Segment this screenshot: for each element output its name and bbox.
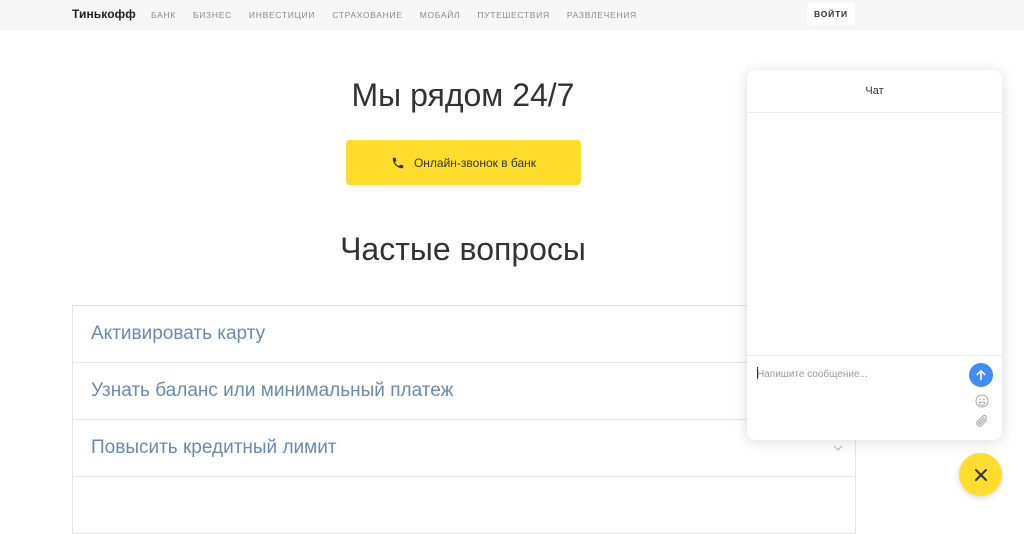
send-button[interactable] xyxy=(969,363,993,387)
paperclip-icon[interactable] xyxy=(975,414,989,428)
chat-header: Чат xyxy=(747,70,1002,113)
faq-question: Активировать карту xyxy=(91,323,266,344)
nav-item-insurance[interactable]: СТРАХОВАНИЕ xyxy=(332,10,403,20)
phone-icon xyxy=(392,157,404,168)
faq-item[interactable]: Повысить кредитный лимит xyxy=(73,420,855,477)
top-navigation-bar: Тинькофф БАНК БИЗНЕС ИНВЕСТИЦИИ СТРАХОВА… xyxy=(0,0,1024,30)
login-button[interactable]: ВОЙТИ xyxy=(807,3,855,25)
nav-item-business[interactable]: БИЗНЕС xyxy=(193,10,232,20)
faq-question: Узнать баланс или минимальный платеж xyxy=(91,380,454,401)
arrow-up-icon xyxy=(976,370,986,381)
online-call-button[interactable]: Онлайн-звонок в банк xyxy=(346,140,581,185)
chat-title: Чат xyxy=(865,85,884,97)
chat-window: Чат xyxy=(747,70,1002,440)
close-icon xyxy=(974,468,987,481)
close-chat-button[interactable] xyxy=(959,453,1002,496)
faq-question: Повысить кредитный лимит xyxy=(91,437,337,458)
nav-item-mobile[interactable]: МОБАЙЛ xyxy=(420,10,461,20)
nav-item-entertainment[interactable]: РАЗВЛЕЧЕНИЯ xyxy=(567,10,637,20)
nav-item-investments[interactable]: ИНВЕСТИЦИИ xyxy=(249,10,315,20)
text-caret xyxy=(757,367,758,379)
nav-item-bank[interactable]: БАНК xyxy=(151,10,176,20)
nav-item-travel[interactable]: ПУТЕШЕСТВИЯ xyxy=(477,10,550,20)
faq-item[interactable]: Узнать баланс или минимальный платеж xyxy=(73,363,855,420)
main-nav: БАНК БИЗНЕС ИНВЕСТИЦИИ СТРАХОВАНИЕ МОБАЙ… xyxy=(151,10,654,20)
online-call-label: Онлайн-звонок в банк xyxy=(413,155,537,170)
chat-messages-area[interactable] xyxy=(747,113,1002,355)
faq-list: Активировать карту Узнать баланс или мин… xyxy=(72,305,856,534)
faq-item[interactable] xyxy=(73,477,855,534)
emoji-icon[interactable] xyxy=(975,394,989,408)
chat-message-input[interactable] xyxy=(757,366,952,382)
chat-composer xyxy=(747,355,1002,440)
faq-item[interactable]: Активировать карту xyxy=(73,306,855,363)
brand-logo[interactable]: Тинькофф xyxy=(72,7,136,21)
chevron-down-icon xyxy=(833,445,843,451)
